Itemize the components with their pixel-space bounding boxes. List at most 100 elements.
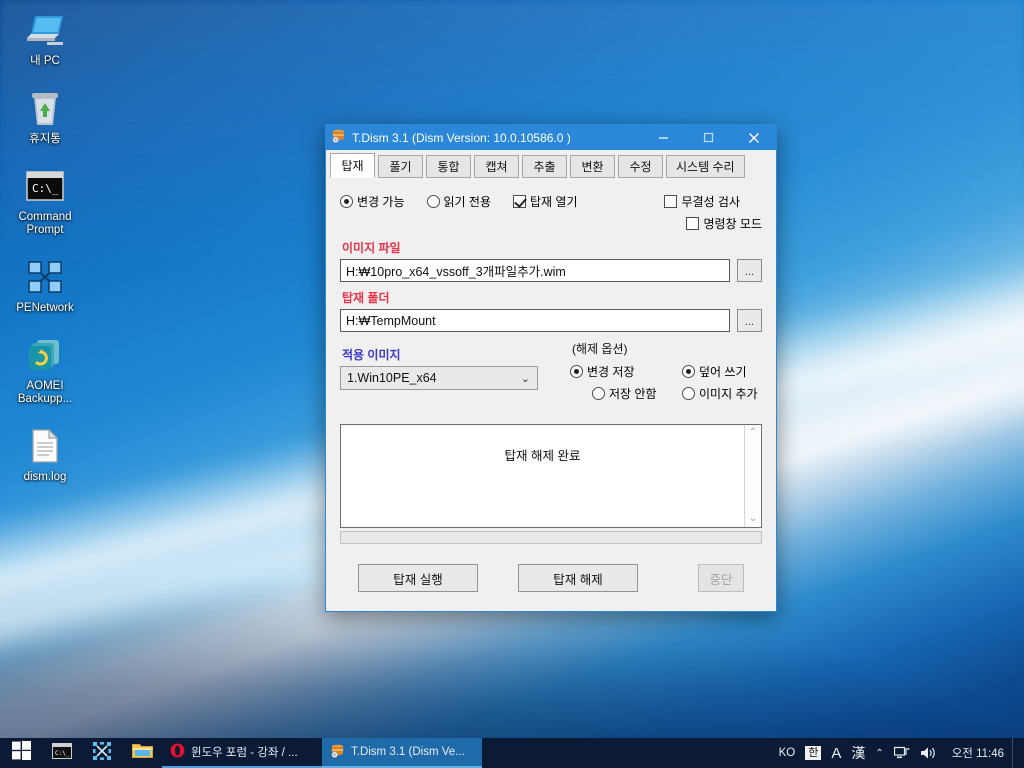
taskbar-item-tdism[interactable]: T.Dism 3.1 (Dism Ve... [322, 738, 482, 768]
tab-unpack[interactable]: 풀기 [378, 155, 423, 178]
tabstrip: 탑재 풀기 통합 캡쳐 추출 변환 수정 시스템 수리 [326, 150, 776, 178]
log-output-box[interactable]: 탑재 해제 완료 ⌃ ⌄ [340, 424, 762, 528]
package-icon [330, 743, 345, 761]
tab-integrate[interactable]: 통합 [426, 155, 471, 178]
package-icon [331, 128, 346, 148]
system-tray: KO 한 A 漢 ⌃ 오전 11:46 [774, 738, 1024, 768]
radio-overwrite[interactable]: 덮어 쓰기 [682, 363, 750, 380]
taskbar-item-opera[interactable]: 윈도우 포럼 - 강좌 / ... [162, 738, 322, 768]
apply-image-label: 적용 이미지 [342, 348, 401, 362]
scroll-up-icon[interactable]: ⌃ [749, 428, 757, 438]
radio-icon [592, 387, 605, 400]
tray-language-indicator[interactable]: KO [774, 738, 801, 768]
unmount-options-section: (해제 옵션) 변경 저장 덮어 쓰기 저장 안함 이미지 추가 [570, 339, 758, 402]
unmount-options-grid: 변경 저장 덮어 쓰기 저장 안함 이미지 추가 [570, 363, 758, 402]
radio-icon [682, 365, 695, 378]
log-section: 탑재 해제 완료 ⌃ ⌄ [340, 424, 762, 544]
checkbox-label: 명령창 모드 [703, 217, 762, 231]
checkbox-open-mount[interactable]: 탑재 열기 [513, 193, 578, 210]
checkbox-label: 무결성 검사 [681, 195, 740, 209]
checkbox-integrity-check[interactable]: 무결성 검사 [664, 193, 762, 210]
minimize-button[interactable] [641, 125, 686, 150]
apply-image-select[interactable]: 1.Win10PE_x64 ⌄ [340, 366, 538, 390]
mount-folder-label: 탑재 폴더 [342, 291, 390, 305]
console-icon: C:\_ [8, 164, 82, 208]
tab-label: 변환 [581, 160, 604, 174]
mount-folder-input[interactable]: H:₩TempMount [340, 309, 730, 332]
radio-append-image[interactable]: 이미지 추가 [682, 385, 758, 402]
windows-logo-icon [11, 741, 31, 765]
mount-folder-browse-button[interactable]: ... [737, 309, 762, 332]
radio-label: 변경 가능 [357, 195, 405, 209]
tab-modify[interactable]: 수정 [618, 155, 663, 178]
desktop-icon-recycle-bin[interactable]: 휴지통 [6, 82, 84, 148]
checkbox-icon [686, 217, 700, 230]
tray-volume-icon[interactable] [915, 738, 942, 768]
image-file-input[interactable]: H:₩10pro_x64_vssoff_3개파일추가.wim [340, 259, 730, 282]
scroll-down-icon[interactable]: ⌄ [749, 514, 757, 524]
tdism-window[interactable]: T.Dism 3.1 (Dism Version: 10.0.10586.0 )… [325, 124, 777, 612]
radio-label: 변경 저장 [587, 365, 635, 379]
maximize-button[interactable] [686, 125, 731, 150]
computer-icon [8, 8, 82, 52]
start-button[interactable] [0, 738, 42, 768]
checkbox-icon [513, 195, 526, 208]
backup-icon [8, 333, 82, 377]
close-button[interactable] [731, 125, 776, 150]
desktop-icon-command-prompt[interactable]: C:\_ Command Prompt [6, 160, 84, 239]
window-client-area: 변경 가능 읽기 전용 탑재 열기 무결성 검사 명령창 모드 이미지 파일 H… [326, 178, 776, 592]
action-button-row: 탑재 실행 탑재 해제 중단 [340, 564, 762, 592]
radio-readonly[interactable]: 읽기 전용 [426, 193, 491, 210]
taskbar-quick-cmd[interactable]: C:\_ [42, 738, 82, 768]
mount-run-button[interactable]: 탑재 실행 [358, 564, 478, 592]
tab-mount[interactable]: 탑재 [330, 153, 375, 178]
desktop-icon-aomei-backupper[interactable]: AOMEI Backupp... [6, 329, 84, 408]
desktop-icon-penetwork[interactable]: PENetwork [6, 251, 84, 317]
desktop-icon-label: AOMEI Backupp... [17, 380, 73, 405]
radio-save-changes[interactable]: 변경 저장 [570, 363, 660, 380]
image-file-label: 이미지 파일 [342, 241, 401, 255]
taskbar[interactable]: C:\_ 윈도우 포럼 - 강좌 / ... T.Dism 3.1 (Dism … [0, 738, 1024, 768]
tab-system-repair[interactable]: 시스템 수리 [666, 155, 745, 178]
tab-capture[interactable]: 캡쳐 [474, 155, 519, 178]
show-desktop-button[interactable] [1012, 738, 1018, 768]
checkbox-label: 탑재 열기 [530, 195, 578, 209]
tab-extract[interactable]: 추출 [522, 155, 567, 178]
tray-network-icon[interactable] [889, 738, 915, 768]
unmount-options-caption: (해제 옵션) [572, 342, 628, 356]
mount-options-row: 변경 가능 읽기 전용 탑재 열기 무결성 검사 명령창 모드 [340, 193, 762, 232]
window-titlebar[interactable]: T.Dism 3.1 (Dism Version: 10.0.10586.0 ) [326, 125, 776, 150]
desktop-icon-label: Command Prompt [18, 211, 72, 236]
radio-discard-changes[interactable]: 저장 안함 [592, 385, 660, 402]
tray-ime-mode[interactable]: 한 [800, 738, 826, 768]
desktop[interactable]: 내 PC 휴지통 C:\_ Command Prompt PENetwork A… [0, 0, 1024, 768]
taskbar-item-label: T.Dism 3.1 (Dism Ve... [351, 746, 465, 758]
mount-folder-row: H:₩TempMount ... [340, 309, 762, 332]
tab-label: 캡쳐 [485, 160, 508, 174]
mount-unmount-button[interactable]: 탑재 해제 [518, 564, 638, 592]
extra-checkbox-column: 무결성 검사 명령창 모드 [664, 193, 762, 232]
taskbar-quick-tool[interactable] [82, 738, 122, 768]
checkbox-icon [664, 195, 678, 208]
desktop-icon-my-pc[interactable]: 내 PC [6, 4, 84, 70]
tab-label: 수정 [629, 160, 652, 174]
abort-button[interactable]: 중단 [698, 564, 744, 592]
tray-alphanumeric-mode[interactable]: A [826, 738, 846, 768]
taskbar-quick-explorer[interactable] [122, 738, 162, 768]
desktop-icon-dism-log[interactable]: dism.log [6, 420, 84, 486]
apply-image-value: 1.Win10PE_x64 [347, 371, 437, 385]
folder-icon [131, 742, 153, 764]
tray-hanja-mode[interactable]: 漢 [846, 738, 870, 768]
crosshair-icon [93, 741, 111, 765]
image-file-row: H:₩10pro_x64_vssoff_3개파일추가.wim ... [340, 259, 762, 282]
image-file-browse-button[interactable]: ... [737, 259, 762, 282]
radio-writable[interactable]: 변경 가능 [340, 193, 405, 210]
taskbar-clock[interactable]: 오전 11:46 [942, 738, 1012, 768]
window-title: T.Dism 3.1 (Dism Version: 10.0.10586.0 ) [352, 130, 571, 145]
checkbox-cmd-mode[interactable]: 명령창 모드 [686, 215, 762, 232]
tab-convert[interactable]: 변환 [570, 155, 615, 178]
log-scrollbar[interactable]: ⌃ ⌄ [744, 425, 761, 527]
text-file-icon [8, 424, 82, 468]
tray-overflow-chevron-icon[interactable]: ⌃ [870, 738, 888, 768]
progress-bar [340, 531, 762, 544]
